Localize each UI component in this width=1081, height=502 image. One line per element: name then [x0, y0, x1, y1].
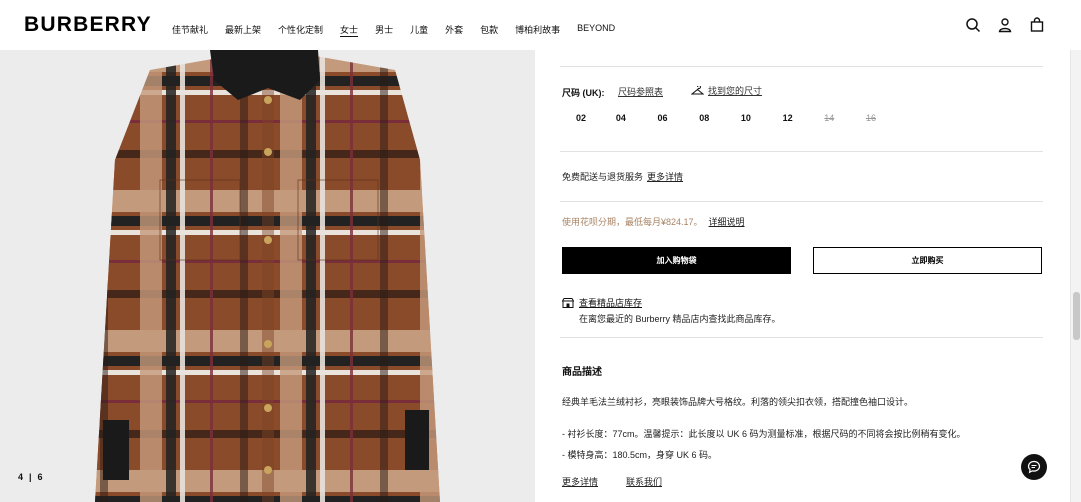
description-title: 商品描述 — [562, 367, 602, 378]
size-option-unavailable[interactable]: 16 — [850, 113, 892, 123]
nav-item-new-in[interactable]: 最新上架 — [225, 23, 261, 36]
description-model: - 模特身高：180.5cm，身穿 UK 6 码。 — [562, 450, 718, 460]
more-details-link[interactable]: 更多详情 — [562, 475, 598, 488]
size-option[interactable]: 02 — [562, 113, 600, 123]
find-size-link[interactable]: 找到您的尺寸 — [691, 84, 762, 97]
main-nav: 佳节献礼 最新上架 个性化定制 女士 男士 儿童 外套 包款 博柏利故事 BEY… — [172, 23, 632, 36]
store-stock-link[interactable]: 查看精品店库存 — [562, 296, 781, 309]
contact-us-link[interactable]: 联系我们 — [626, 475, 662, 488]
find-size-label: 找到您的尺寸 — [708, 86, 763, 96]
nav-item-beyond[interactable]: BEYOND — [577, 23, 615, 36]
store-stock-title: 查看精品店库存 — [579, 298, 643, 308]
installment-text: 使用花呗分期，最低每月¥824.17。 — [562, 217, 703, 227]
delivery-more-link[interactable]: 更多详情 — [647, 172, 683, 182]
buy-now-button[interactable]: 立即购买 — [813, 247, 1042, 274]
installment-info: 使用花呗分期，最低每月¥824.17。 详细说明 — [562, 215, 745, 228]
brand-logo[interactable]: BURBERRY — [24, 13, 152, 37]
nav-item-women[interactable]: 女士 — [340, 23, 358, 36]
divider — [560, 337, 1043, 338]
pager-total: 6 — [37, 472, 43, 482]
size-option[interactable]: 08 — [683, 113, 725, 123]
page-scrollbar[interactable] — [1070, 0, 1081, 502]
search-icon[interactable] — [965, 17, 981, 33]
nav-item-bags[interactable]: 包款 — [480, 23, 498, 36]
product-details-panel: 尺码 (UK): 尺码参照表 找到您的尺寸 02 04 06 08 10 12 … — [560, 50, 1043, 502]
scrollbar-thumb[interactable] — [1073, 292, 1080, 340]
description-text: 经典羊毛法兰绒衬衫，亮眼装饰品牌大号格纹。利落的领尖扣衣领，搭配撞色袖口设计。 — [562, 397, 914, 407]
nav-item-gifts[interactable]: 佳节献礼 — [172, 23, 208, 36]
size-option[interactable]: 04 — [600, 113, 642, 123]
nav-item-story[interactable]: 博柏利故事 — [515, 23, 560, 36]
divider — [560, 66, 1043, 67]
chat-icon — [1027, 460, 1041, 474]
product-image — [0, 50, 535, 502]
store-stock: 查看精品店库存 在离您最近的 Burberry 精品店内查找此商品库存。 — [562, 296, 781, 325]
store-stock-description: 在离您最近的 Burberry 精品店内查找此商品库存。 — [579, 314, 781, 324]
installment-details-link[interactable]: 详细说明 — [709, 217, 745, 227]
nav-item-personalisation[interactable]: 个性化定制 — [278, 23, 323, 36]
size-label: 尺码 (UK): — [562, 88, 605, 98]
size-selector: 02 04 06 08 10 12 14 16 — [562, 113, 892, 123]
description-length: - 衬衫长度：77cm。温馨提示：此长度以 UK 6 码为测量标准，根据尺码的不… — [562, 429, 966, 439]
store-icon — [562, 297, 574, 308]
image-pager: 4 | 6 — [18, 472, 43, 482]
nav-item-men[interactable]: 男士 — [375, 23, 393, 36]
delivery-info: 免费配送与退货服务 更多详情 — [562, 170, 683, 183]
size-option[interactable]: 06 — [642, 113, 684, 123]
divider — [560, 201, 1043, 202]
product-image-panel[interactable]: 4 | 6 — [0, 50, 535, 502]
site-header: BURBERRY 佳节献礼 最新上架 个性化定制 女士 男士 儿童 外套 包款 … — [0, 0, 1081, 50]
nav-item-children[interactable]: 儿童 — [410, 23, 428, 36]
size-option-unavailable[interactable]: 14 — [808, 113, 850, 123]
hanger-icon — [691, 85, 704, 94]
bag-icon[interactable] — [1029, 17, 1045, 33]
add-to-bag-button[interactable]: 加入购物袋 — [562, 247, 791, 274]
description-links: 更多详情 联系我们 — [562, 475, 662, 488]
size-guide-link[interactable]: 尺码参照表 — [618, 85, 663, 98]
delivery-text: 免费配送与退货服务 — [562, 172, 644, 182]
pager-separator: | — [29, 472, 32, 482]
size-option[interactable]: 12 — [767, 113, 809, 123]
size-option[interactable]: 10 — [725, 113, 767, 123]
nav-item-outerwear[interactable]: 外套 — [445, 23, 463, 36]
chat-button[interactable] — [1021, 454, 1047, 480]
pager-current: 4 — [18, 472, 24, 482]
divider — [560, 151, 1043, 152]
account-icon[interactable] — [997, 17, 1013, 33]
header-icons — [965, 17, 1045, 33]
